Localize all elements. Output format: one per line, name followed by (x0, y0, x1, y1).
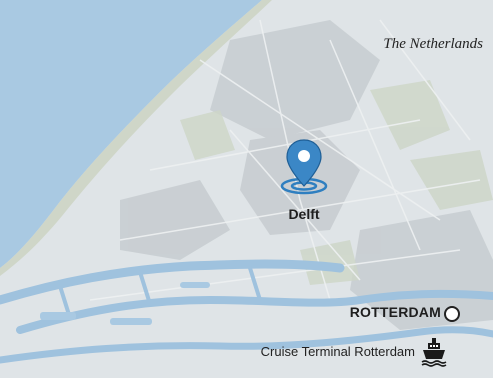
country-label: The Netherlands (383, 36, 483, 52)
cruise-terminal-label: Cruise Terminal Rotterdam (260, 344, 415, 359)
location-pin-icon[interactable] (272, 136, 336, 200)
circle-marker-icon[interactable] (444, 306, 460, 322)
delft-label: Delft (288, 206, 320, 222)
map-view[interactable]: The Netherlands Delft ROTTERDAM Cruise T… (0, 0, 493, 378)
ship-icon[interactable] (421, 337, 447, 367)
map-base-layer (0, 0, 493, 378)
rotterdam-label: ROTTERDAM (349, 304, 441, 320)
